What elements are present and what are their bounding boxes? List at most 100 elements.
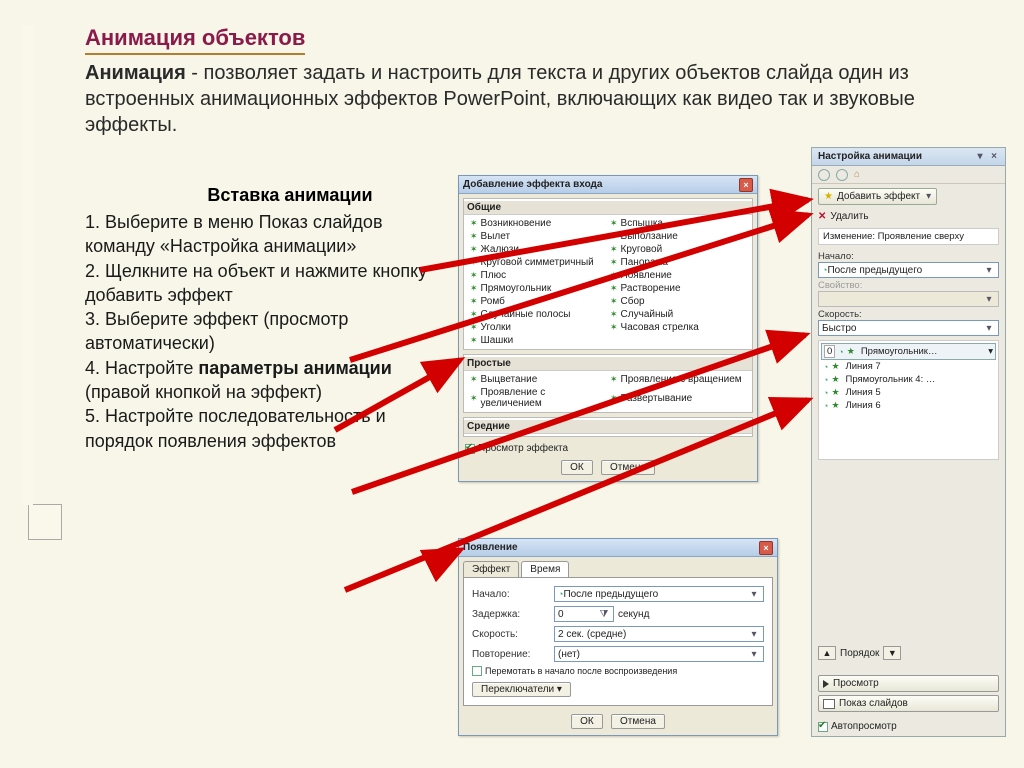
effect-option[interactable]: ✶Случайные полосы bbox=[468, 308, 608, 321]
pane-start-value: После предыдущего bbox=[827, 265, 922, 276]
effect-list-item[interactable]: ◔ ★ Линия 6 bbox=[821, 399, 996, 412]
delay-spinner[interactable]: 0 ⧩ bbox=[554, 606, 614, 622]
star-icon: ✶ bbox=[470, 257, 478, 268]
effect-option[interactable]: ✶Растворение bbox=[608, 282, 748, 295]
star-icon: ✶ bbox=[470, 231, 478, 242]
effect-option-label: Случайные полосы bbox=[481, 309, 571, 320]
effect-option[interactable]: ✶Ромб bbox=[468, 295, 608, 308]
delete-row[interactable]: ✕ Удалить bbox=[812, 209, 1005, 224]
pane-titlebar: Настройка анимации ▾ × bbox=[812, 148, 1005, 166]
pane-start-select[interactable]: ◔ После предыдущего ▾ bbox=[818, 262, 999, 278]
effect-option[interactable]: ✶Круговой bbox=[608, 243, 748, 256]
pane-title: Настройка анимации bbox=[818, 151, 922, 162]
play-label: Просмотр bbox=[833, 678, 879, 689]
effect-list-item[interactable]: 0 ◔ ★ Прямоугольник… ▾ bbox=[821, 343, 996, 360]
nav-back-icon[interactable] bbox=[818, 169, 830, 181]
star-icon: ✶ bbox=[610, 270, 618, 281]
pane-speed-select[interactable]: Быстро ▾ bbox=[818, 320, 999, 336]
nav-fwd-icon[interactable] bbox=[836, 169, 848, 181]
star-icon: ★ bbox=[831, 361, 839, 372]
effect-option[interactable]: ✶Вылет bbox=[468, 230, 608, 243]
star-icon: ✶ bbox=[470, 322, 478, 333]
effect-option-label: Появление bbox=[621, 270, 672, 281]
effect-option[interactable]: ✶Появление bbox=[608, 269, 748, 282]
effect-option[interactable]: ✶Проявление с вращением bbox=[608, 373, 748, 386]
effect-option[interactable]: ✶Плюс bbox=[468, 269, 608, 282]
effect-list-item[interactable]: ◔ ★ Линия 7 bbox=[821, 360, 996, 373]
star-icon: ★ bbox=[831, 374, 839, 385]
move-up-button[interactable]: ▲ bbox=[818, 646, 836, 660]
slideshow-button[interactable]: Показ слайдов bbox=[818, 695, 999, 712]
star-icon: ✶ bbox=[610, 393, 618, 404]
effect-option[interactable]: ✶Выцветание bbox=[468, 373, 608, 386]
intro-text: - позволяет задать и настроить для текст… bbox=[85, 62, 915, 136]
clock-icon: ◔ bbox=[823, 401, 828, 411]
effect-option[interactable]: ✶Прямоугольник bbox=[468, 282, 608, 295]
cancel-button[interactable]: Отмена bbox=[611, 714, 665, 729]
spinner-icon: ⧩ bbox=[598, 609, 610, 620]
effect-option[interactable]: ✶Круговой симметричный bbox=[468, 256, 608, 269]
ok-button[interactable]: ОК bbox=[571, 714, 603, 729]
star-icon: ✶ bbox=[610, 309, 618, 320]
effect-option[interactable]: ✶Проявление с увеличением bbox=[468, 386, 608, 410]
chevron-down-icon[interactable]: ▾ bbox=[975, 151, 985, 162]
repeat-select[interactable]: (нет) ▾ bbox=[554, 646, 764, 662]
star-icon: ✶ bbox=[610, 244, 618, 255]
effect-option[interactable]: ✶Развертывание bbox=[608, 386, 748, 410]
group-common: Общие ✶Возникновение✶Вспышка✶Вылет✶Выпол… bbox=[463, 198, 753, 350]
effect-option[interactable]: ✶Сбор bbox=[608, 295, 748, 308]
effect-option-label: Выползание bbox=[621, 231, 678, 242]
chevron-down-icon: ▾ bbox=[748, 629, 760, 640]
effect-option[interactable]: ✶Уголки bbox=[468, 321, 608, 334]
star-icon: ✶ bbox=[470, 283, 478, 294]
effect-option-label: Вылет bbox=[481, 231, 511, 242]
star-icon: ★ bbox=[831, 400, 839, 411]
chevron-down-icon[interactable]: ▾ bbox=[988, 346, 993, 357]
clock-icon: ◔ bbox=[838, 347, 843, 357]
play-icon bbox=[823, 680, 829, 688]
group-medium: Средние bbox=[463, 417, 753, 437]
clock-icon: ◔ bbox=[823, 388, 828, 398]
effect-list-item[interactable]: ◔ ★ Линия 5 bbox=[821, 386, 996, 399]
tab-time[interactable]: Время bbox=[521, 561, 569, 577]
effect-list-item[interactable]: ◔ ★ Прямоугольник 4: … bbox=[821, 373, 996, 386]
ok-button[interactable]: ОК bbox=[561, 460, 593, 475]
autopreview-checkbox[interactable] bbox=[818, 722, 828, 732]
effect-option[interactable]: ✶Возникновение bbox=[468, 217, 608, 230]
home-icon[interactable]: ⌂ bbox=[854, 169, 860, 180]
effect-option[interactable]: ✶Выползание bbox=[608, 230, 748, 243]
close-icon[interactable]: × bbox=[989, 151, 999, 162]
close-icon[interactable]: × bbox=[759, 541, 773, 555]
delay-label: Задержка: bbox=[472, 609, 550, 620]
effect-option[interactable]: ✶Панорама bbox=[608, 256, 748, 269]
effect-option[interactable]: ✶Часовая стрелка bbox=[608, 321, 748, 334]
triggers-button[interactable]: Переключатели ▾ bbox=[472, 682, 571, 697]
effect-option-label: Шашки bbox=[481, 335, 514, 346]
effect-option[interactable]: ✶Шашки bbox=[468, 334, 608, 347]
pane-prop-select: ▾ bbox=[818, 291, 999, 307]
close-icon[interactable]: × bbox=[739, 178, 753, 192]
star-icon: ✶ bbox=[470, 393, 478, 404]
effect-name: Прямоугольник… bbox=[861, 346, 938, 357]
star-icon: ✶ bbox=[610, 218, 618, 229]
effect-option-label: Развертывание bbox=[621, 393, 693, 404]
preview-effect-checkbox[interactable] bbox=[465, 444, 475, 454]
play-button[interactable]: Просмотр bbox=[818, 675, 999, 692]
cancel-button[interactable]: Отмена bbox=[601, 460, 655, 475]
effect-option[interactable] bbox=[608, 334, 748, 347]
tab-effect[interactable]: Эффект bbox=[463, 561, 519, 577]
rewind-checkbox[interactable] bbox=[472, 666, 482, 676]
group-simple-header: Простые bbox=[464, 357, 752, 371]
start-select[interactable]: ◔ После предыдущего ▾ bbox=[554, 586, 764, 602]
effect-name: Линия 6 bbox=[846, 400, 881, 411]
change-info: Изменение: Проявление сверху bbox=[818, 228, 999, 245]
effect-option[interactable]: ✶Жалюзи bbox=[468, 243, 608, 256]
add-effect-button[interactable]: ★ Добавить эффект ▾ bbox=[818, 188, 937, 205]
effect-option[interactable]: ✶Случайный bbox=[608, 308, 748, 321]
star-icon: ✶ bbox=[470, 309, 478, 320]
speed-select[interactable]: 2 сек. (средне) ▾ bbox=[554, 626, 764, 642]
effect-list[interactable]: 0 ◔ ★ Прямоугольник… ▾ ◔ ★ Линия 7 ◔ ★ П… bbox=[818, 340, 999, 460]
move-down-button[interactable]: ▼ bbox=[883, 646, 901, 660]
preview-effect-label: Просмотр эффекта bbox=[478, 443, 568, 454]
effect-option[interactable]: ✶Вспышка bbox=[608, 217, 748, 230]
